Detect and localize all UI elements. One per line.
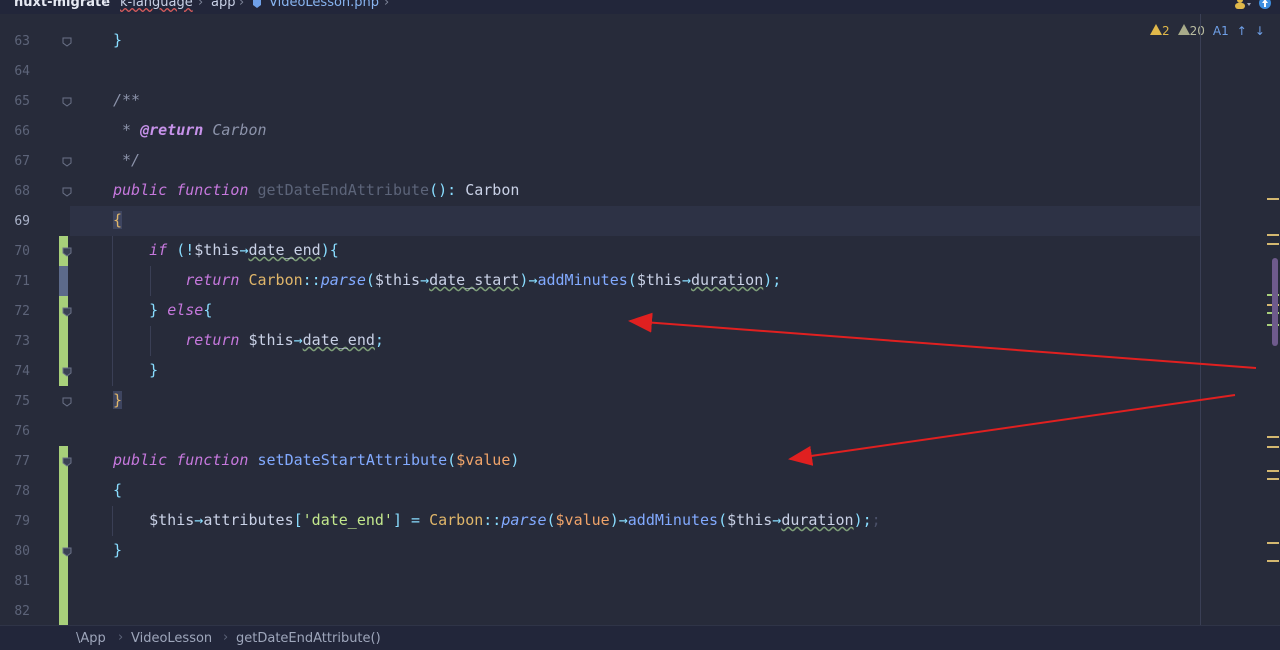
chevron-right-icon: › <box>118 630 124 645</box>
red-arrow <box>788 394 1236 466</box>
red-arrow <box>628 312 1257 369</box>
annotation-arrows <box>628 312 1257 466</box>
chevron-right-icon: › <box>223 630 229 645</box>
breadcrumb-namespace[interactable]: \App <box>76 631 106 646</box>
structure-breadcrumb: \App › VideoLesson › getDateEndAttribute… <box>0 625 1280 650</box>
breadcrumb-class[interactable]: VideoLesson <box>131 631 212 646</box>
breadcrumb-method[interactable]: getDateEndAttribute() <box>236 631 381 646</box>
